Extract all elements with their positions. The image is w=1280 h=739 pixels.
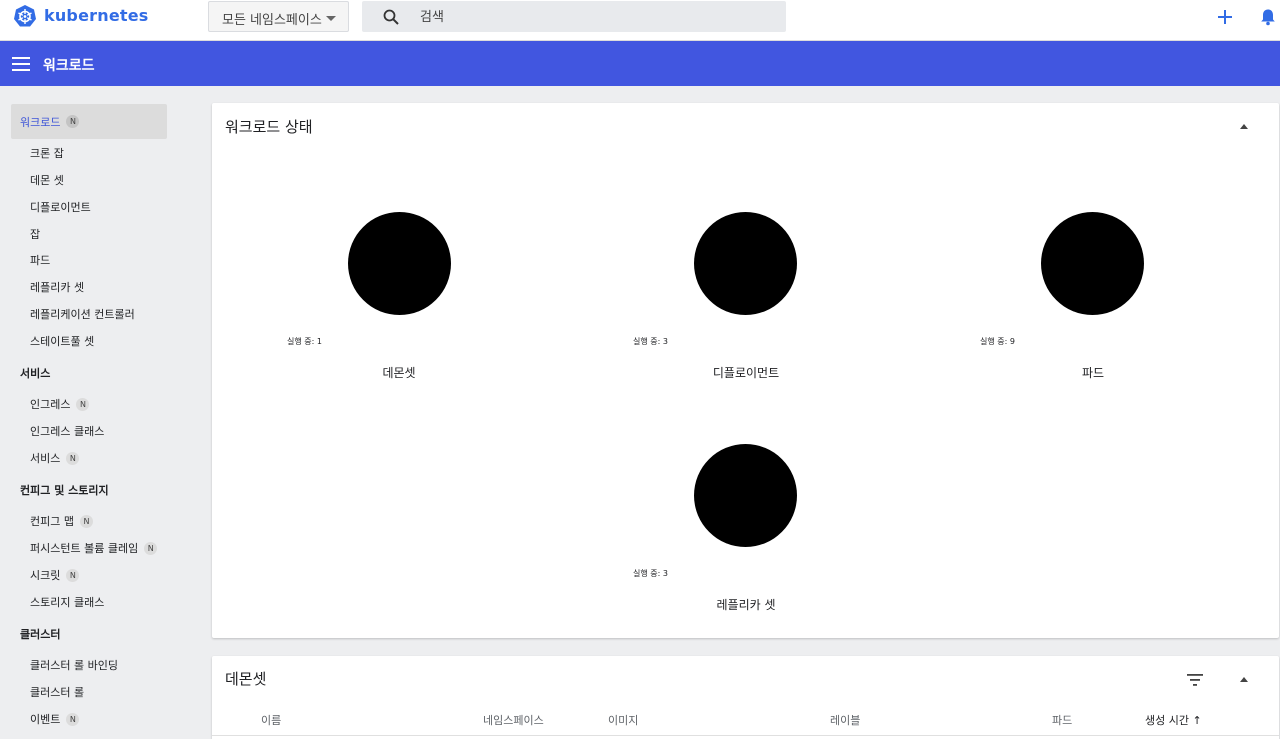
sidebar-item-clusterrolebindings[interactable]: 클러스터 롤 바인딩 xyxy=(30,657,118,673)
sidebar-item-pvcs[interactable]: 퍼시스턴트 볼륨 클레임 N xyxy=(30,540,158,556)
namespaced-badge: N xyxy=(66,451,80,465)
sidebar-item-ingresses[interactable]: 인그레스 N xyxy=(30,396,90,412)
sidebar-item-label: 클러스터 롤 바인딩 xyxy=(30,659,118,672)
sidebar-item-replicationcontrollers[interactable]: 레플리케이션 컨트롤러 xyxy=(30,306,135,322)
namespaced-badge: N xyxy=(66,712,80,726)
search-icon xyxy=(383,9,399,25)
pod-status-chart xyxy=(1041,212,1144,315)
sidebar-item-ingressclasses[interactable]: 인그레스 클래스 xyxy=(30,423,104,439)
namespace-select[interactable]: 모든 네임스페이스 xyxy=(208,1,349,32)
sidebar-item-label: 크론 잡 xyxy=(30,147,64,160)
chevron-up-icon[interactable] xyxy=(1240,677,1248,682)
column-header-name[interactable]: 이름 xyxy=(261,712,281,728)
sidebar-item-secrets[interactable]: 시크릿 N xyxy=(30,567,80,583)
column-header-labels[interactable]: 레이블 xyxy=(830,712,860,728)
sidebar-item-label: 퍼시스턴트 볼륨 클레임 xyxy=(30,542,139,555)
sidebar-item-services[interactable]: 서비스 N xyxy=(30,450,80,466)
dropdown-caret-icon xyxy=(326,16,336,21)
sidebar-item-clusterroles[interactable]: 클러스터 롤 xyxy=(30,684,84,700)
sidebar-item-label: 레플리카 셋 xyxy=(30,281,85,294)
sidebar-item-cronjobs[interactable]: 크론 잡 xyxy=(30,145,64,161)
namespaced-badge: N xyxy=(76,397,90,411)
sidebar-item-statefulsets[interactable]: 스테이트풀 셋 xyxy=(30,333,94,349)
sidebar-item-label: 스토리지 클래스 xyxy=(30,596,105,609)
sidebar-section-cluster[interactable]: 클러스터 xyxy=(20,626,60,642)
workload-status-card: 워크로드 상태 실행 중: 1 데몬셋 실행 중: 3 디플로이먼트 실행 중:… xyxy=(212,103,1279,638)
column-header-namespace[interactable]: 네임스페이스 xyxy=(483,712,544,728)
column-header-pods[interactable]: 파드 xyxy=(1052,712,1072,728)
sidebar-item-label: 워크로드 xyxy=(20,115,61,129)
sidebar-item-deployments[interactable]: 디플로이먼트 xyxy=(30,199,91,215)
plus-icon[interactable] xyxy=(1216,8,1234,26)
daemonsets-card: 데몬셋 이름 네임스페이스 이미지 레이블 파드 생성 시간 ↑ xyxy=(212,656,1279,739)
sidebar-item-label: 파드 xyxy=(30,254,51,267)
status-label-deployments[interactable]: 디플로이먼트 xyxy=(713,364,779,381)
namespaced-badge: N xyxy=(66,115,80,128)
sidebar-item-label: 시크릿 xyxy=(30,569,61,582)
page-header: 워크로드 xyxy=(0,41,1280,86)
running-count: 실행 중: 3 xyxy=(633,569,668,578)
page-title: 워크로드 xyxy=(43,58,95,74)
sidebar-item-label: 잡 xyxy=(30,228,41,241)
sidebar-item-label: 이벤트 xyxy=(30,713,61,726)
sidebar-item-label: 인그레스 클래스 xyxy=(30,425,105,438)
running-count: 실행 중: 3 xyxy=(633,337,668,346)
bell-icon[interactable] xyxy=(1259,8,1277,26)
sidebar-item-label: 컨피그 맵 xyxy=(30,515,74,528)
namespaced-badge: N xyxy=(66,568,80,582)
sidebar-item-workloads[interactable]: 워크로드 N xyxy=(11,104,167,139)
running-count: 실행 중: 1 xyxy=(287,337,322,346)
sidebar-item-label: 서비스 xyxy=(30,452,61,465)
sidebar-item-label: 디플로이먼트 xyxy=(30,201,91,214)
status-label-daemonsets[interactable]: 데몬셋 xyxy=(382,364,415,381)
table-divider xyxy=(212,735,1279,736)
sidebar-item-configmaps[interactable]: 컨피그 맵 N xyxy=(30,513,93,529)
sidebar-item-jobs[interactable]: 잡 xyxy=(30,226,40,242)
column-header-images[interactable]: 이미지 xyxy=(608,712,638,728)
sidebar-item-label: 클러스터 롤 xyxy=(30,686,85,699)
running-count: 실행 중: 9 xyxy=(980,337,1015,346)
namespace-select-value: 모든 네임스페이스 xyxy=(222,13,322,28)
sidebar: 워크로드 N 크론 잡 데몬 셋 디플로이먼트 잡 파드 레플리카 셋 레플리케… xyxy=(0,86,200,739)
sidebar-item-label: 인그레스 xyxy=(30,398,71,411)
column-header-created[interactable]: 생성 시간 ↑ xyxy=(1145,712,1202,728)
namespaced-badge: N xyxy=(79,514,93,528)
sidebar-item-storageclasses[interactable]: 스토리지 클래스 xyxy=(30,594,104,610)
kubernetes-logo[interactable] xyxy=(13,4,37,28)
filter-icon[interactable] xyxy=(1187,674,1203,686)
search-input[interactable] xyxy=(420,7,760,27)
sidebar-item-pods[interactable]: 파드 xyxy=(30,252,50,268)
sidebar-item-label: 데몬 셋 xyxy=(30,174,64,187)
sidebar-item-daemonsets[interactable]: 데몬 셋 xyxy=(30,172,64,188)
card-title: 워크로드 상태 xyxy=(225,118,313,136)
top-toolbar: kubernetes 모든 네임스페이스 xyxy=(0,0,1280,41)
deployment-status-chart xyxy=(694,212,797,315)
sidebar-section-config-storage[interactable]: 컨피그 및 스토리지 xyxy=(20,482,109,498)
sidebar-section-service[interactable]: 서비스 xyxy=(20,365,50,381)
daemonset-status-chart xyxy=(348,212,451,315)
sidebar-item-events[interactable]: 이벤트 N xyxy=(30,711,80,727)
namespaced-badge: N xyxy=(144,541,158,555)
brand-name[interactable]: kubernetes xyxy=(44,6,149,25)
menu-icon[interactable] xyxy=(12,57,30,71)
chevron-up-icon[interactable] xyxy=(1240,124,1248,129)
sidebar-item-label: 스테이트풀 셋 xyxy=(30,335,95,348)
status-label-replicasets[interactable]: 레플리카 셋 xyxy=(716,596,775,613)
status-label-pods[interactable]: 파드 xyxy=(1082,364,1104,381)
sidebar-item-label: 레플리케이션 컨트롤러 xyxy=(30,308,135,321)
card-title: 데몬셋 xyxy=(225,670,267,688)
sidebar-item-replicasets[interactable]: 레플리카 셋 xyxy=(30,279,84,295)
search-box[interactable] xyxy=(362,1,786,32)
replicaset-status-chart xyxy=(694,444,797,547)
